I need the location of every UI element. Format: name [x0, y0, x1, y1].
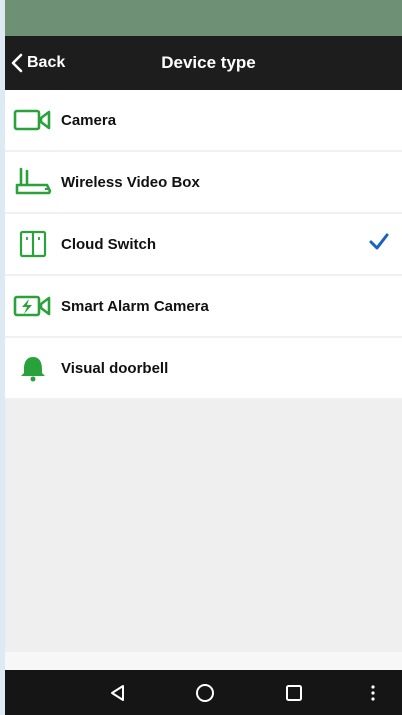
device-option-wireless-video-box[interactable]: Wireless Video Box	[5, 152, 402, 214]
device-option-visual-doorbell[interactable]: Visual doorbell	[5, 338, 402, 400]
camera-icon	[11, 104, 55, 136]
home-circle-icon	[196, 683, 214, 702]
checkmark-icon	[369, 233, 389, 250]
status-bar	[5, 0, 402, 36]
bottom-strip	[5, 652, 402, 670]
chevron-left-icon	[11, 53, 23, 73]
more-dots-icon	[371, 684, 375, 701]
device-label: Smart Alarm Camera	[61, 297, 209, 315]
device-type-list: Camera Wireless Video Box Cloud Switch S…	[5, 90, 402, 400]
back-label: Back	[27, 54, 66, 71]
back-button[interactable]: Back	[9, 36, 65, 90]
device-label: Camera	[61, 111, 117, 129]
page-title: Device type	[161, 53, 256, 72]
device-option-smart-alarm-camera[interactable]: Smart Alarm Camera	[5, 276, 402, 338]
navigation-bar: Back Device type	[5, 36, 402, 90]
switch-icon	[11, 228, 55, 260]
alarm-camera-icon	[11, 290, 55, 322]
device-label: Wireless Video Box	[61, 173, 200, 191]
router-icon	[11, 166, 55, 198]
device-option-cloud-switch[interactable]: Cloud Switch	[5, 214, 402, 276]
recents-square-icon	[286, 684, 302, 701]
system-menu-button[interactable]	[361, 670, 385, 715]
back-triangle-icon	[111, 684, 124, 701]
app-screen: Back Device type Camera Wireless Video B…	[5, 0, 402, 715]
system-back-button[interactable]	[103, 670, 133, 715]
system-recents-button[interactable]	[279, 670, 309, 715]
bell-icon	[11, 352, 55, 384]
system-navigation-bar	[5, 670, 402, 715]
system-home-button[interactable]	[190, 670, 220, 715]
empty-area	[5, 400, 402, 670]
device-label: Visual doorbell	[61, 359, 169, 377]
device-label: Cloud Switch	[61, 235, 156, 253]
device-option-camera[interactable]: Camera	[5, 90, 402, 152]
